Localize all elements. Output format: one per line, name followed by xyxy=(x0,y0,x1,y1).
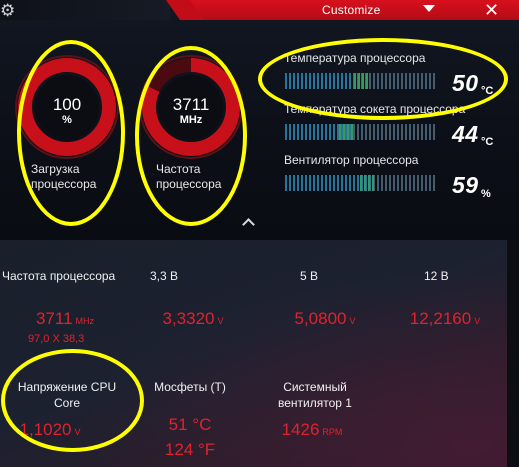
gauge-value: 100 xyxy=(52,95,82,114)
sensor-value: 59 xyxy=(452,172,479,198)
value-text: 1426 xyxy=(281,420,320,439)
cell-title-12v: 12 В xyxy=(424,269,449,283)
chevron-up-icon[interactable] xyxy=(242,216,254,228)
value-text: 3,3320 xyxy=(162,309,215,328)
sensor-bar xyxy=(285,73,435,89)
sensor-unit: °C xyxy=(481,136,494,148)
chevron-down-icon[interactable] xyxy=(423,5,435,12)
cell-value-system-fan: 1426 RPM xyxy=(262,420,362,440)
sensor-name: Температура процессора xyxy=(284,51,426,65)
value-unit: RPM xyxy=(322,427,343,437)
sensor-unit: % xyxy=(481,188,491,200)
cell-value-3v3: 3,3320 V xyxy=(148,309,238,329)
cpu-load-label: Загрузка процессора xyxy=(31,162,141,192)
gauge-unit: MHz xyxy=(179,114,203,126)
cell-title-cpu-frequency: Частота процессора xyxy=(2,269,116,283)
gauge-value: 3711 xyxy=(172,95,210,114)
gauge-unit: % xyxy=(62,114,72,126)
cell-value-mosfet-celsius: 51 °C xyxy=(168,415,212,434)
value-unit: V xyxy=(217,316,224,326)
gauge-label-text: Частота процессора xyxy=(156,162,222,191)
cell-value-12v: 12,2160 V xyxy=(395,309,495,329)
cell-value-cpu-core-voltage: 1,1020 V xyxy=(0,420,100,440)
cpu-frequency-label: Частота процессора xyxy=(156,162,266,192)
sensor-value: 44 xyxy=(452,121,479,147)
cpu-frequency-gauge: 3711 MHz xyxy=(136,52,246,162)
value-text: 5,0800 xyxy=(294,309,347,328)
customize-label[interactable]: Customize xyxy=(322,3,380,17)
cell-title-cpu-core-voltage: Напряжение CPU Core xyxy=(17,380,117,410)
cpu-load-gauge: 100 % xyxy=(12,52,122,162)
cell-title-system-fan: Системный вентилятор 1 xyxy=(278,380,352,410)
gauge-label-text: Загрузка процессора xyxy=(31,162,97,191)
cell-title-mosfet-temp: Мосфеты (T) xyxy=(154,380,226,394)
cell-sub-cpu-ratio: 97,0 X 38,3 xyxy=(28,333,85,345)
sensor-bar-peak xyxy=(353,73,368,89)
cell-value-cpu-frequency: 3711 MHz xyxy=(0,309,130,329)
value-text: 3711 xyxy=(35,309,73,328)
value-unit: MHz xyxy=(75,316,95,326)
sensor-name: Вентилятор процессора xyxy=(284,153,419,167)
cell-title-3v3: 3,3 В xyxy=(150,269,179,283)
scrollbar[interactable] xyxy=(507,240,519,467)
sensor-value: 50 xyxy=(452,70,479,96)
cell-value-5v: 5,0800 V xyxy=(275,309,375,329)
gear-icon[interactable]: ⚙ xyxy=(0,2,15,20)
sensor-bar xyxy=(285,124,435,140)
close-icon[interactable]: ✕ xyxy=(484,0,499,20)
header-bar: ⚙ Customize ✕ xyxy=(0,0,519,20)
value-unit: V xyxy=(474,316,481,326)
sensor-unit: °C xyxy=(481,85,494,97)
cell-value-mosfet-fahrenheit: 124 °F xyxy=(164,440,216,459)
sensor-name: Температура сокета процессора xyxy=(284,102,466,116)
cell-title-5v: 5 В xyxy=(300,269,319,283)
value-text: 1,1020 xyxy=(19,420,72,439)
sensor-bar-peak xyxy=(338,124,353,140)
sensor-bar-peak xyxy=(359,175,374,191)
value-unit: V xyxy=(74,427,81,437)
sensor-bar xyxy=(285,175,435,191)
value-text: 12,2160 xyxy=(409,309,472,328)
monitor-top-panel: ⚙ Customize ✕ 100 % Загрузка процессора … xyxy=(0,0,519,240)
value-unit: V xyxy=(349,316,356,326)
